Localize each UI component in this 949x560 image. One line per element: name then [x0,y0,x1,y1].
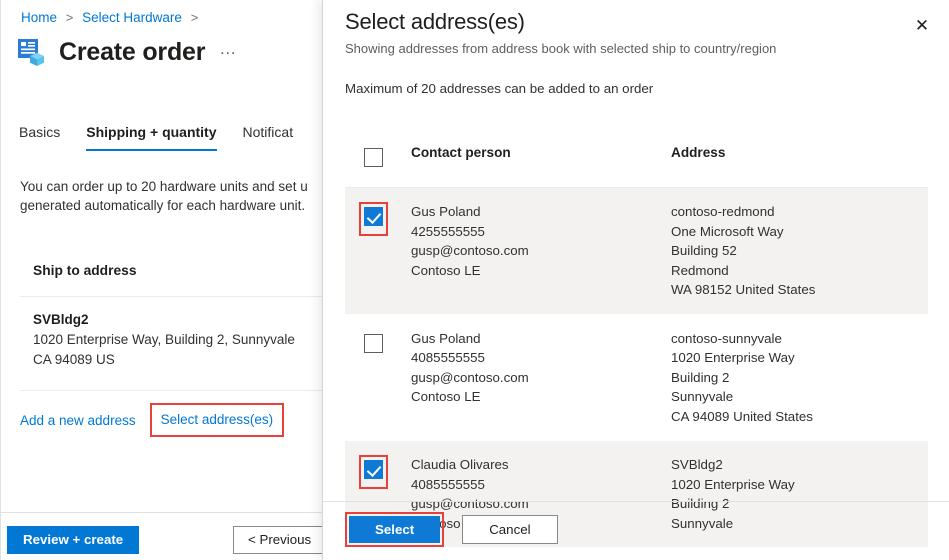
dialog-title: Select address(es) [345,9,525,34]
table-row[interactable]: Gus Poland 4255555555 gusp@contoso.com C… [345,188,928,314]
address-line-2: CA 94089 US [33,352,115,367]
breadcrumb-link-select-hardware[interactable]: Select Hardware [82,10,182,25]
address-street: 1020 Enterprise Way [671,350,795,365]
select-all-cell [345,143,411,177]
select-button[interactable]: Select [349,516,441,543]
address-cell: contoso-sunnyvale 1020 Enterprise Way Bu… [671,329,928,427]
breadcrumb-separator-2: > [190,10,199,25]
select-all-checkbox-wrap [359,143,388,177]
contact-company: Contoso LE [411,389,481,404]
breadcrumb: Home > Select Hardware > [21,10,203,25]
page-title: Create order [59,37,206,66]
row-checkbox-highlight [359,455,388,489]
contact-phone: 4255555555 [411,223,485,239]
contact-phone: 4085555555 [411,476,485,492]
previous-button[interactable]: < Previous [233,526,327,554]
page-description-line-1: You can order up to 20 hardware units an… [20,179,308,194]
create-order-page: Home > Select Hardware > Create order … … [0,0,330,560]
address-cell: contoso-redmond One Microsoft Way Buildi… [671,202,928,300]
cancel-button[interactable]: Cancel [462,515,558,544]
contact-phone: 4085555555 [411,350,485,365]
add-a-new-address-link[interactable]: Add a new address [20,413,136,428]
row-checkbox-cell [345,202,411,236]
tab-notifications[interactable]: Notificat [243,120,294,151]
page-footer-divider [1,512,330,513]
address-city: Sunnyvale [671,389,734,404]
page-description-line-2: generated automatically for each hardwar… [20,198,306,213]
ship-to-address-heading: Ship to address [33,263,137,278]
contact-name: Claudia Olivares [411,457,509,472]
column-header-address: Address [671,145,726,160]
contact-name: Gus Poland [411,330,481,346]
page-title-row: Create order … [17,36,236,68]
select-button-highlight: Select [345,512,445,547]
address-label: contoso-sunnyvale [671,330,782,346]
select-addresses-dialog: Select address(es) Showing addresses fro… [322,0,949,560]
address-cell: SVBldg2 1020 Enterprise Way Building 2 S… [671,455,928,533]
address-region: WA 98152 United States [671,282,816,297]
column-header-contact-person: Contact person [411,145,511,160]
dialog-note: Maximum of 20 addresses can be added to … [345,81,654,96]
page-description: You can order up to 20 hardware units an… [20,177,330,215]
tab-shipping-quantity[interactable]: Shipping + quantity [86,120,217,151]
row-checkbox-cell [345,329,411,363]
table-row[interactable]: Gus Poland 4085555555 gusp@contoso.com C… [345,313,928,441]
address-region: CA 94089 United States [671,408,813,424]
address-street: One Microsoft Way [671,223,784,239]
contact-person-cell: Gus Poland 4085555555 gusp@contoso.com C… [411,329,671,407]
table-header-row: Contact person Address [345,135,928,188]
screen-root: Home > Select Hardware > Create order … … [0,0,949,560]
dialog-footer-divider [323,501,949,502]
select-all-checkbox[interactable] [364,148,383,167]
address-line-1: 1020 Enterprise Way, Building 2, Sunnyva… [33,332,295,347]
tab-basics[interactable]: Basics [19,120,60,151]
address-building: Building 2 [671,496,730,511]
address-city: Sunnyvale [671,515,734,531]
close-icon[interactable]: ✕ [909,12,935,38]
row-checkbox[interactable] [364,460,383,479]
create-order-icon [17,36,51,68]
address-label: SVBldg2 [671,457,723,472]
row-checkbox-highlight [359,202,388,236]
contact-person-cell: Gus Poland 4255555555 gusp@contoso.com C… [411,202,671,280]
ship-to-address-value: SVBldg2 1020 Enterprise Way, Building 2,… [33,310,295,370]
contact-company: Contoso LE [411,262,481,278]
address-name: SVBldg2 [33,312,89,327]
row-checkbox-wrap [359,329,388,363]
breadcrumb-separator-1: > [65,10,74,25]
divider-above-address [20,296,330,297]
address-city: Redmond [671,262,729,278]
review-create-button[interactable]: Review + create [7,526,140,554]
address-building: Building 2 [671,369,730,385]
contact-name: Gus Poland [411,204,481,219]
address-actions: Add a new address Select address(es) [20,403,285,437]
row-checkbox-cell [345,455,411,489]
divider-below-address [20,390,330,391]
select-addresses-link-highlight: Select address(es) [149,403,285,437]
contact-email: gusp@contoso.com [411,243,529,258]
address-label: contoso-redmond [671,204,775,219]
dialog-footer-buttons: Select Cancel [345,512,558,547]
select-addresses-link[interactable]: Select address(es) [161,412,274,427]
breadcrumb-link-home[interactable]: Home [21,10,57,25]
contact-email: gusp@contoso.com [411,369,529,385]
contact-email: gusp@contoso.com [411,496,529,511]
address-street: 1020 Enterprise Way [671,476,795,492]
tab-list: Basics Shipping + quantity Notificat [19,120,319,151]
address-building: Building 52 [671,243,737,258]
address-table: Contact person Address Gus Poland 425555… [345,135,928,547]
row-checkbox[interactable] [364,207,383,226]
more-options-button[interactable]: … [219,40,236,59]
row-checkbox[interactable] [364,333,383,353]
dialog-subtitle: Showing addresses from address book with… [345,41,777,56]
